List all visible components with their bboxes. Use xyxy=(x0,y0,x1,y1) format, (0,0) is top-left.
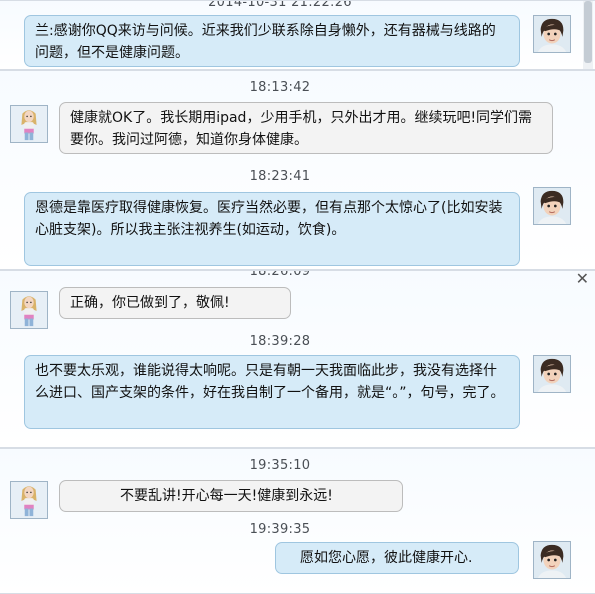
chat-panel-4: 19:35:10 不要乱讲!开心每一天!健康到永远! 19:39:35 愿如您心… xyxy=(0,448,595,594)
timestamp: 2014-10-31 21:22:26 xyxy=(208,0,352,10)
chat-panel-2: 18:13:42 健康就OK了。我长期用ipad，少用手机，只外出才用。继续玩吧… xyxy=(0,70,595,270)
timestamp: 19:35:10 xyxy=(249,458,311,473)
chat-panel-3: 18:26:09 ✕ 正确，你已做到了，敬佩! 18:39:28 也不要太乐观，… xyxy=(0,270,595,448)
message-text: 健康就OK了。我长期用ipad，少用手机，只外出才用。继续玩吧!同学们需要你。我… xyxy=(70,110,533,148)
chat-panel-1: 2014-10-31 21:22:26 兰:感谢你QQ来访与问候。近来我们少联系… xyxy=(0,0,595,70)
message-text: 恩德是靠医疗取得健康恢复。医疗当然必要，但有点那个太惊心了(比如安装心脏支架)。… xyxy=(35,200,503,238)
scrollbar[interactable] xyxy=(583,1,593,69)
male-avatar-icon[interactable] xyxy=(533,187,571,225)
female-avatar-icon[interactable] xyxy=(10,481,48,519)
message-text: 正确，你已做到了，敬佩! xyxy=(70,295,230,311)
message-bubble-outgoing: 恩德是靠医疗取得健康恢复。医疗当然必要，但有点那个太惊心了(比如安装心脏支架)。… xyxy=(24,192,520,266)
message-text: 愿如您心愿，彼此健康开心. xyxy=(300,550,473,566)
timestamp: 18:13:42 xyxy=(249,80,311,95)
female-avatar-icon[interactable] xyxy=(10,291,48,329)
timestamp: 19:39:35 xyxy=(249,522,311,537)
message-bubble-incoming: 健康就OK了。我长期用ipad，少用手机，只外出才用。继续玩吧!同学们需要你。我… xyxy=(59,102,553,154)
scroll-thumb[interactable] xyxy=(584,1,592,63)
message-bubble-incoming: 不要乱讲!开心每一天!健康到永远! xyxy=(59,480,403,512)
message-bubble-outgoing: 兰:感谢你QQ来访与问候。近来我们少联系除自身懒外，还有器械与线路的问题，但不是… xyxy=(24,15,520,67)
message-bubble-outgoing: 愿如您心愿，彼此健康开心. xyxy=(275,542,519,574)
timestamp: 18:26:09 xyxy=(249,270,311,279)
close-icon[interactable]: ✕ xyxy=(576,271,589,288)
message-text: 不要乱讲!开心每一天!健康到永远! xyxy=(120,488,333,504)
timestamp: 18:39:28 xyxy=(249,334,311,349)
message-text: 也不要太乐观，谁能说得太响呢。只是有朝一天我面临此步，我没有选择什么进口、国产支… xyxy=(35,363,505,401)
female-avatar-icon[interactable] xyxy=(10,105,48,143)
message-text: 兰:感谢你QQ来访与问候。近来我们少联系除自身懒外，还有器械与线路的问题，但不是… xyxy=(35,23,496,61)
male-avatar-icon[interactable] xyxy=(533,541,571,579)
male-avatar-icon[interactable] xyxy=(533,15,571,53)
male-avatar-icon[interactable] xyxy=(533,355,571,393)
message-bubble-incoming: 正确，你已做到了，敬佩! xyxy=(59,287,291,319)
timestamp: 18:23:41 xyxy=(249,169,311,184)
message-bubble-outgoing: 也不要太乐观，谁能说得太响呢。只是有朝一天我面临此步，我没有选择什么进口、国产支… xyxy=(24,355,520,429)
